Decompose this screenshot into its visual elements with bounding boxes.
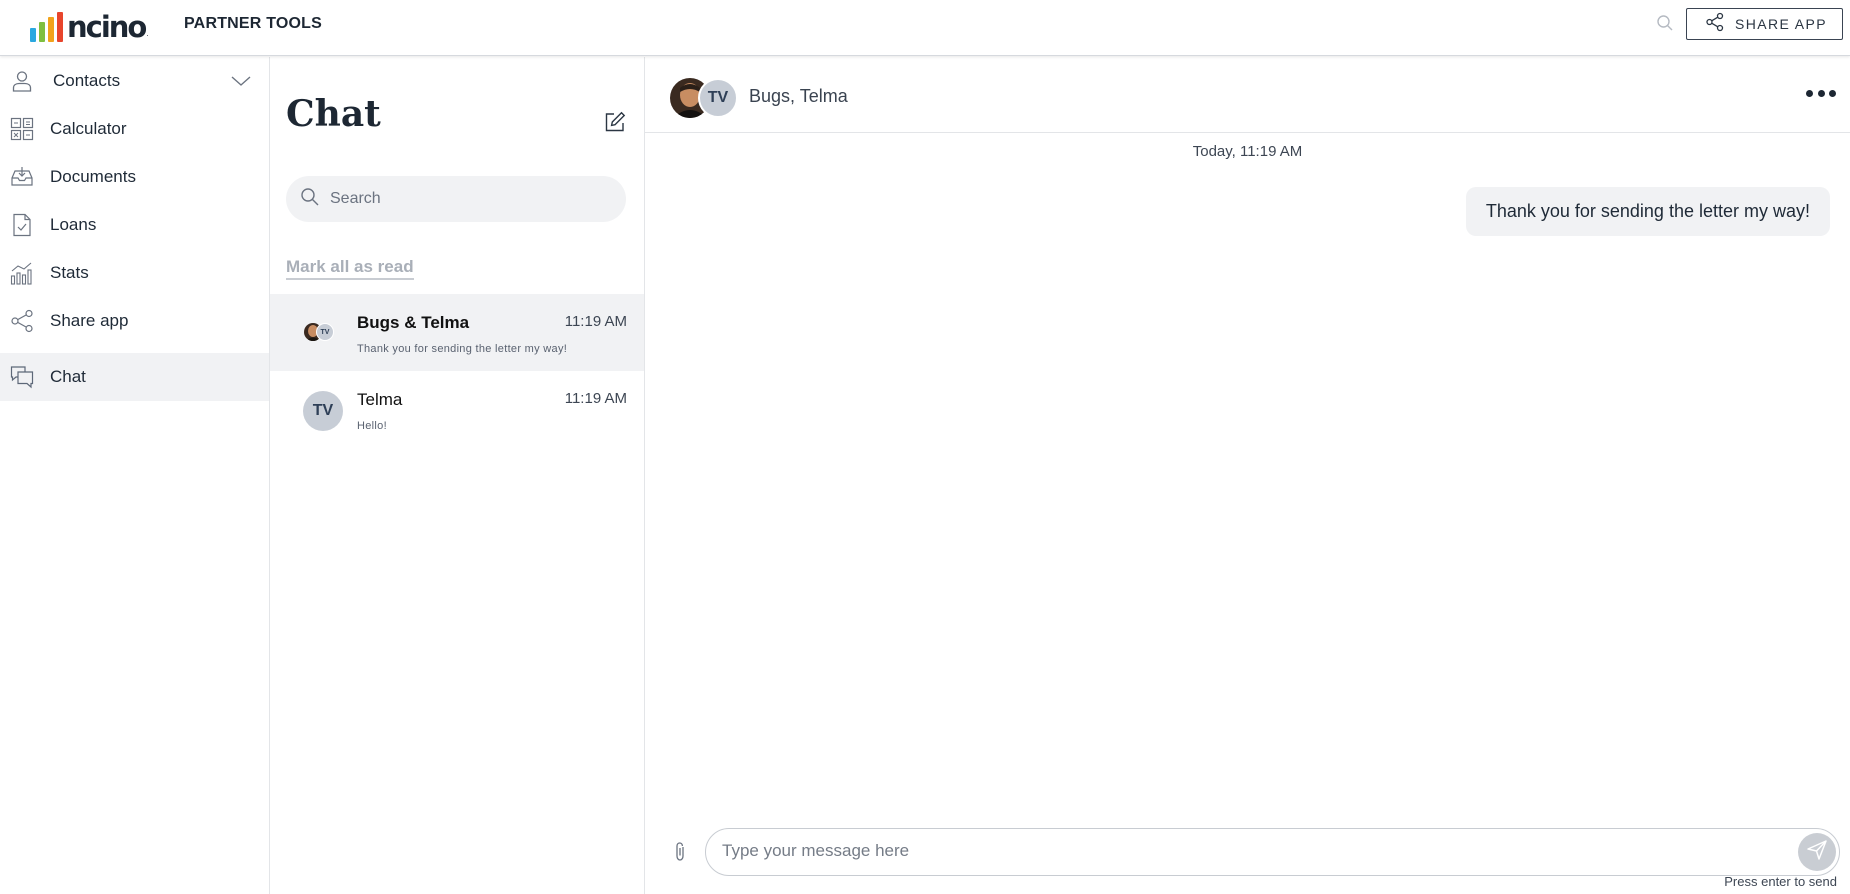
send-hint: Press enter to send xyxy=(1724,874,1837,889)
message-input-wrapper xyxy=(705,828,1840,876)
message-composer xyxy=(645,827,1850,877)
avatar: TV xyxy=(303,391,343,431)
conversation-item-telma[interactable]: TV Telma 11:19 AM Hello! xyxy=(270,371,644,448)
search-field[interactable] xyxy=(286,176,626,222)
conversation-panel: TV Bugs, Telma Today, 11:19 AM Thank you… xyxy=(645,57,1850,894)
share-icon xyxy=(10,309,34,333)
conversation-preview: Hello! xyxy=(357,420,387,432)
share-app-button[interactable]: SHARE APP xyxy=(1686,8,1843,40)
mark-all-read-link[interactable]: Mark all as read xyxy=(286,257,414,280)
person-icon xyxy=(10,69,34,93)
chat-bubbles-icon xyxy=(10,365,34,389)
sidebar-item-label: Stats xyxy=(50,263,89,282)
conversation-name: Telma xyxy=(357,390,403,409)
message-bubble-outgoing: Thank you for sending the letter my way! xyxy=(1465,187,1830,236)
conversation-time: 11:19 AM xyxy=(564,313,627,330)
conversation-preview: Thank you for sending the letter my way! xyxy=(357,343,568,355)
dot xyxy=(1817,89,1825,97)
share-app-label: SHARE APP xyxy=(1735,16,1827,32)
sidebar-item-label: Contacts xyxy=(53,71,121,90)
conversation-title: Bugs, Telma xyxy=(749,86,848,106)
chevron-down-icon[interactable] xyxy=(230,74,252,88)
avatar: TV xyxy=(316,323,334,341)
sidebar-item-calculator[interactable]: Calculator xyxy=(0,105,269,153)
logo-bars-icon xyxy=(30,12,63,42)
ncino-logo[interactable]: ncino . xyxy=(30,8,149,42)
search-input[interactable] xyxy=(330,190,620,208)
sidebar-item-stats[interactable]: Stats xyxy=(0,249,269,297)
sidebar-item-label: Chat xyxy=(50,367,86,386)
sidebar-item-contacts[interactable]: Contacts xyxy=(0,57,269,105)
more-options-icon[interactable] xyxy=(1806,85,1836,101)
paperclip-icon[interactable] xyxy=(671,841,689,863)
dot xyxy=(1829,89,1836,97)
chat-list-panel: Chat Mark all as read TV Bugs & Telma 11… xyxy=(270,57,645,894)
compose-icon[interactable] xyxy=(604,111,626,133)
conversation-name: Bugs & Telma xyxy=(357,313,470,332)
sidebar-item-label: Documents xyxy=(50,167,136,186)
conversation-header: TV Bugs, Telma xyxy=(645,57,1850,133)
sidebar-item-label: Loans xyxy=(50,215,97,234)
date-separator: Today, 11:19 AM xyxy=(1192,143,1303,160)
bar-chart-icon xyxy=(10,261,34,285)
document-check-icon xyxy=(10,213,34,237)
app-header: ncino . PARTNER TOOLS SHARE APP xyxy=(0,0,1850,56)
sidebar-item-documents[interactable]: Documents xyxy=(0,153,269,201)
conversation-time: 11:19 AM xyxy=(564,390,627,407)
calculator-icon xyxy=(10,117,34,141)
app-title: PARTNER TOOLS xyxy=(184,15,323,32)
send-icon xyxy=(1806,839,1828,866)
sidebar-nav: Contacts Calculator Documents Loans Stat… xyxy=(0,57,270,894)
avatar: TV xyxy=(698,78,738,118)
sidebar-item-loans[interactable]: Loans xyxy=(0,201,269,249)
sidebar-item-label: Share app xyxy=(50,311,129,330)
conversation-item-bugs-telma[interactable]: TV Bugs & Telma 11:19 AM Thank you for s… xyxy=(270,294,644,371)
message-input[interactable] xyxy=(722,841,1772,861)
send-button[interactable] xyxy=(1798,833,1836,871)
share-icon xyxy=(1705,12,1725,37)
logo-dot: . xyxy=(146,29,149,38)
dot xyxy=(1806,89,1813,97)
inbox-icon xyxy=(10,165,34,189)
search-icon[interactable] xyxy=(1656,14,1674,32)
sidebar-item-chat[interactable]: Chat xyxy=(0,353,269,401)
page-title: Chat xyxy=(286,93,381,135)
logo-text: ncino xyxy=(67,10,147,44)
sidebar-item-label: Calculator xyxy=(50,119,127,138)
sidebar-item-share-app[interactable]: Share app xyxy=(0,297,269,345)
search-icon xyxy=(300,187,320,212)
